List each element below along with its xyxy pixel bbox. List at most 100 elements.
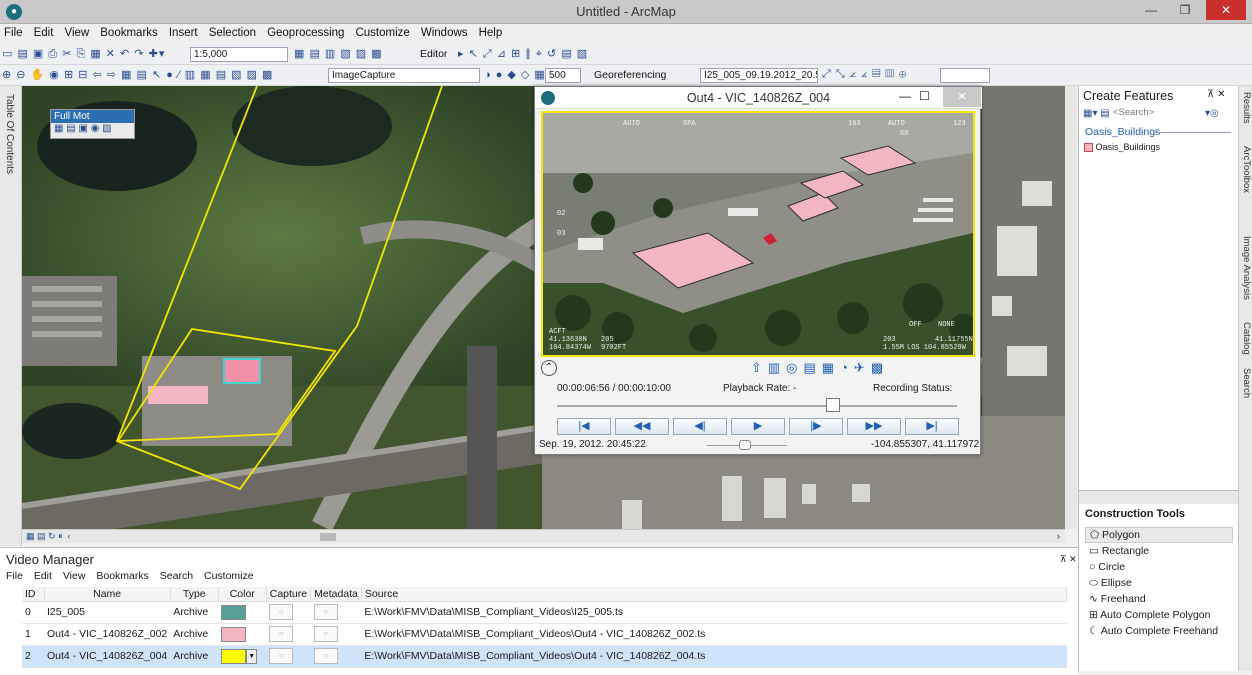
row-capture[interactable]: ○	[266, 623, 311, 646]
vm-menu-view[interactable]: View	[63, 570, 86, 582]
fast-forward-button[interactable]: ▶▶	[847, 418, 901, 435]
metadata-checkbox[interactable]: ○	[313, 626, 338, 642]
chevron-down-icon[interactable]: ▼	[246, 648, 258, 664]
tab-image-analysis[interactable]: Image Analysis	[1241, 236, 1252, 300]
video-frame[interactable]: AUTO SPA 163 AUTO 123 60 02 03 ACFT 41.1…	[541, 111, 975, 357]
vm-menu-search[interactable]: Search	[160, 570, 193, 582]
capture-checkbox[interactable]: ○	[269, 648, 294, 664]
georef-input[interactable]	[940, 68, 990, 83]
standard-tool-icons[interactable]: ▭ ▤ ▣ ⎙ ✂ ⎘ ▦ ✕ ↶ ↷ ✚▾	[2, 47, 165, 61]
menu-customize[interactable]: Customize	[351, 25, 413, 41]
col-source[interactable]: Source	[361, 587, 1068, 602]
vm-menu-file[interactable]: File	[6, 570, 23, 582]
menu-help[interactable]: Help	[475, 25, 507, 41]
step-back-button[interactable]: ◀|	[673, 418, 727, 435]
step-forward-button[interactable]: |▶	[789, 418, 843, 435]
panel-splitter[interactable]	[1079, 490, 1238, 504]
tool-auto-complete-freehand[interactable]: ☾ Auto Complete Freehand	[1089, 625, 1218, 637]
minimize-button[interactable]: —	[899, 89, 911, 103]
row-color[interactable]: ▼	[218, 645, 267, 668]
video-tool-icons[interactable]: ⇧▥◎▤▦◔✈▩	[751, 360, 889, 376]
playback-slider-thumb[interactable]	[826, 398, 840, 412]
tab-results[interactable]: Results	[1241, 92, 1252, 124]
color-swatch[interactable]	[221, 604, 247, 620]
map-horizontal-scroll-thumb[interactable]	[320, 533, 336, 541]
fmv-toolbar-icons[interactable]: ▦ ▤ ▣ ◉ ▧	[51, 123, 134, 134]
scroll-right-icon[interactable]: ›	[1057, 531, 1060, 541]
row-color[interactable]	[218, 601, 267, 624]
editor-menu[interactable]: Editor	[420, 48, 447, 60]
layout-view-buttons[interactable]: ▦ ▤ ↻ ⏸ ‹	[26, 531, 71, 542]
menu-view[interactable]: View	[60, 25, 93, 41]
capture-checkbox[interactable]: ○	[269, 626, 294, 642]
col-capture[interactable]: Capture	[266, 587, 312, 602]
table-row-selected[interactable]: 2 Out4 - VIC_140826Z_004 Archive ▼ ○ ○ E…	[22, 645, 1067, 668]
tool-rectangle[interactable]: ▭ Rectangle	[1089, 545, 1149, 557]
metadata-checkbox[interactable]: ○	[313, 604, 338, 620]
row-metadata[interactable]: ○	[310, 645, 362, 668]
menu-edit[interactable]: Edit	[30, 25, 58, 41]
tool-freehand[interactable]: ∿ Freehand	[1089, 593, 1146, 605]
row-capture[interactable]: ○	[266, 645, 311, 668]
volume-slider-thumb[interactable]	[739, 440, 751, 450]
play-button[interactable]: ▶	[731, 418, 785, 435]
feature-template[interactable]: Oasis_Buildings	[1084, 142, 1204, 156]
col-type[interactable]: Type	[170, 587, 219, 602]
row-capture[interactable]: ○	[266, 601, 311, 624]
color-swatch[interactable]	[221, 648, 247, 664]
georef-layer-combo[interactable]: I25_005_09.19.2012_20.50	[700, 68, 818, 83]
row-color[interactable]	[218, 623, 267, 646]
tool-polygon[interactable]: ⬠ Polygon	[1085, 527, 1233, 543]
col-metadata[interactable]: Metadata	[310, 587, 362, 602]
collapse-controls-button[interactable]: ⌃	[541, 360, 557, 376]
zoom-level-combo[interactable]: 500	[545, 68, 581, 83]
pin-icon[interactable]: ⊼ ✕	[1207, 89, 1225, 100]
vm-menu-customize[interactable]: Customize	[204, 570, 254, 582]
capture-checkbox[interactable]: ○	[269, 604, 294, 620]
menu-file[interactable]: File	[0, 25, 27, 41]
navigation-tool-icons[interactable]: ⊕ ⊖ ✋ ◉ ⊞ ⊟ ⇦ ⇨ ▦ ▤ ↖ ● ⁄ ▥ ▦ ▤ ▧ ▨ ▩	[2, 68, 273, 81]
tab-search[interactable]: Search	[1241, 368, 1252, 398]
vm-menu-bookmarks[interactable]: Bookmarks	[96, 570, 149, 582]
menu-geoprocessing[interactable]: Geoprocessing	[263, 25, 348, 41]
col-name[interactable]: Name	[44, 587, 171, 602]
skip-to-start-button[interactable]: |◀	[557, 418, 611, 435]
image-layer-combo[interactable]: ImageCapture	[328, 68, 480, 83]
pin-icon[interactable]: ⊼ ✕	[1060, 554, 1077, 565]
row-metadata[interactable]: ○	[310, 623, 362, 646]
minimize-button[interactable]: —	[1136, 0, 1166, 20]
menu-selection[interactable]: Selection	[205, 25, 260, 41]
table-row[interactable]: 1 Out4 - VIC_140826Z_002 Archive ○ ○ E:\…	[22, 623, 1067, 646]
row-metadata[interactable]: ○	[310, 601, 362, 624]
menu-insert[interactable]: Insert	[165, 25, 202, 41]
organize-templates-icon[interactable]: ▦▾ ▤	[1083, 108, 1110, 119]
map-scale-combo[interactable]: 1:5,000	[190, 47, 288, 62]
map-vertical-scrollbar[interactable]	[1065, 86, 1077, 529]
col-id[interactable]: ID	[22, 587, 45, 602]
tool-ellipse[interactable]: ⬭ Ellipse	[1089, 577, 1132, 590]
tool-circle[interactable]: ○ Circle	[1089, 561, 1125, 573]
rewind-button[interactable]: ◀◀	[615, 418, 669, 435]
tab-catalog[interactable]: Catalog	[1241, 322, 1252, 355]
skip-to-end-button[interactable]: ▶|	[905, 418, 959, 435]
layout-tool-icons[interactable]: ▦ ▤ ▥ ▧ ▨ ▩	[294, 47, 383, 60]
col-color[interactable]: Color	[218, 587, 267, 602]
menu-windows[interactable]: Windows	[417, 25, 472, 41]
close-button[interactable]: ✕	[943, 87, 981, 107]
template-search-input[interactable]: <Search>	[1113, 107, 1203, 121]
image-tool-icons[interactable]: ◑ ● ◆ ◇ ▦	[484, 68, 546, 81]
search-options-icon[interactable]: ▾◎	[1205, 108, 1219, 119]
menu-bookmarks[interactable]: Bookmarks	[96, 25, 162, 41]
close-button[interactable]: ✕	[1206, 0, 1246, 20]
tab-arctoolbox[interactable]: ArcToolbox	[1241, 146, 1252, 193]
georeferencing-menu[interactable]: Georeferencing	[594, 69, 666, 81]
editor-tool-icons[interactable]: ▸ ↖ ⤢ ⊿ ⊞ ∥ ⌖ ↺ ▤ ▧	[458, 47, 588, 61]
table-row[interactable]: 0 I25_005 Archive ○ ○ E:\Work\FMV\Data\M…	[22, 601, 1067, 624]
georef-tool-icons[interactable]: ⤢ ⤡ ∠ ∡ ▤ ▥ ⊕	[822, 68, 907, 81]
vm-menu-edit[interactable]: Edit	[34, 570, 52, 582]
playback-slider-track[interactable]	[557, 405, 957, 407]
maximize-button[interactable]: ☐	[919, 89, 930, 103]
table-of-contents-tab[interactable]: Table Of Contents	[0, 86, 22, 546]
tool-auto-complete-polygon[interactable]: ⊞ Auto Complete Polygon	[1089, 609, 1210, 621]
maximize-button[interactable]: ❐	[1170, 0, 1200, 20]
